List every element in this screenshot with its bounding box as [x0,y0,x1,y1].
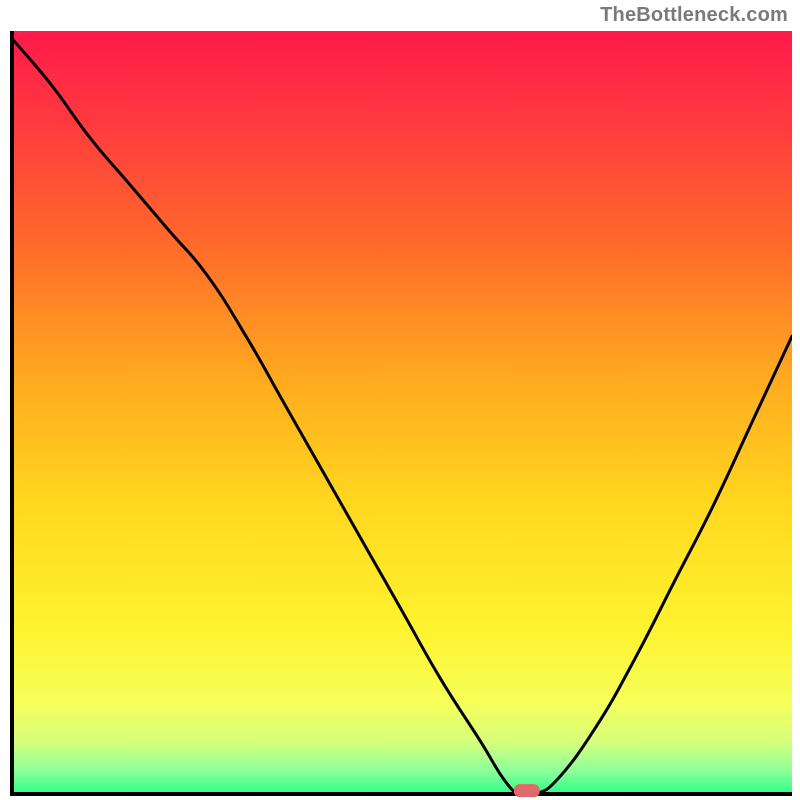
bottleneck-chart [0,0,800,800]
gradient-background [12,31,792,794]
chart-container: TheBottleneck.com [0,0,800,800]
optimal-marker [514,784,540,797]
watermark-text: TheBottleneck.com [600,4,788,27]
